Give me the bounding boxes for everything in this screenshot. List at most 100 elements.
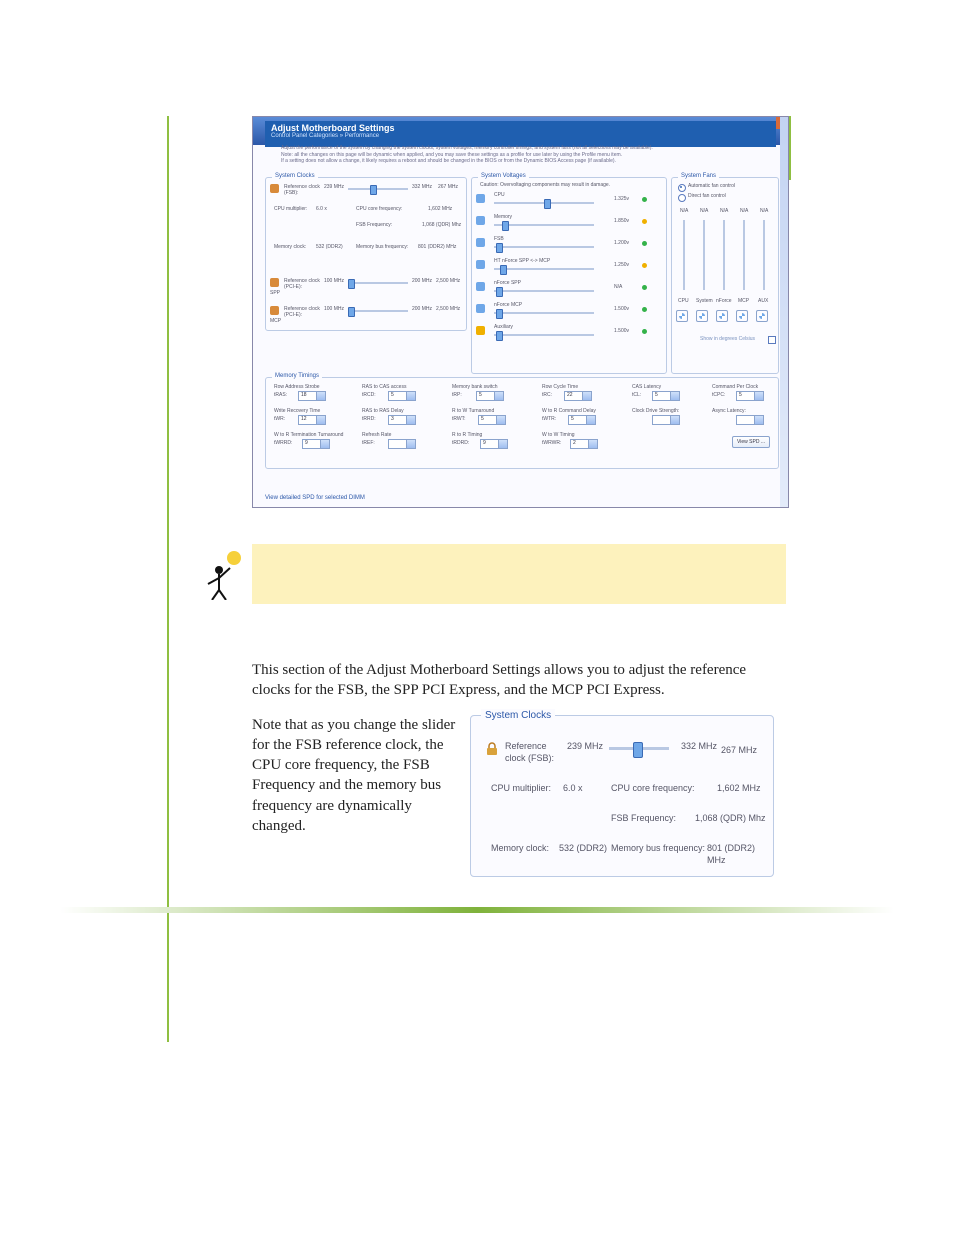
mcp-result: 2,500 MHz (436, 306, 460, 312)
mem-select[interactable]: 2 (570, 439, 598, 449)
fan-icon[interactable] (756, 310, 768, 322)
volt-slider[interactable] (494, 332, 594, 338)
panel-title: System Voltages (478, 173, 529, 179)
mem-lbl: Clock Drive Strength: (632, 408, 679, 414)
status-dot (642, 307, 647, 312)
mem-select[interactable]: 9 (480, 439, 508, 449)
mem-select[interactable]: 5 (652, 391, 680, 401)
mcp-ref-value: 100 MHz (324, 306, 344, 312)
voltage-icon[interactable] (476, 282, 485, 291)
fsb-slider[interactable] (348, 186, 408, 192)
mem-select[interactable]: 18 (298, 391, 326, 401)
volt-slider[interactable] (494, 288, 594, 294)
mem-key: tRRD: (362, 416, 376, 422)
voltage-icon[interactable] (476, 194, 485, 203)
fan-icon[interactable] (696, 310, 708, 322)
mem-value: 5 (571, 416, 574, 422)
voltage-icon[interactable] (476, 304, 485, 313)
mem-select[interactable]: 12 (298, 415, 326, 425)
mem-key: tRP: (452, 392, 462, 398)
mem-key: tRWT: (452, 416, 466, 422)
mem-select[interactable] (736, 415, 764, 425)
fan-na: N/A (680, 208, 688, 214)
mem-value: 3 (391, 416, 394, 422)
voltage-icon[interactable] (476, 260, 485, 269)
mem-value: 5 (739, 392, 742, 398)
mem-lbl: W to W Timing (542, 432, 575, 438)
adjust-motherboard-window: Adjust Motherboard Settings Control Pane… (252, 116, 789, 508)
mcp-label: MCP (270, 318, 281, 324)
cpu-core-label: CPU core frequency: (611, 782, 695, 794)
fsb-freq-label: FSB Frequency: (611, 812, 676, 824)
mem-key: tWRRD: (274, 440, 292, 446)
fan-icon[interactable] (716, 310, 728, 322)
auto-fan-radio[interactable] (678, 184, 686, 192)
desc-line: Adjust the performance of the system by … (281, 145, 653, 151)
lock-icon[interactable] (485, 742, 499, 756)
voltage-icon[interactable] (476, 216, 485, 225)
panel-title: Memory Timings (272, 373, 322, 379)
mem-select[interactable]: 3 (388, 415, 416, 425)
volt-name: nForce MCP (494, 302, 522, 308)
mem-select[interactable]: 9 (302, 439, 330, 449)
view-spd-button[interactable]: View SPD ... (732, 436, 770, 448)
fan-slider[interactable] (721, 220, 727, 290)
direct-fan-radio[interactable] (678, 194, 686, 202)
fan-slider[interactable] (681, 220, 687, 290)
vertical-scrollbar[interactable] (780, 117, 788, 507)
ref-fsb-rate: 267 MHz (721, 744, 757, 756)
view-detailed-spd-link[interactable]: View detailed SPD for selected DIMM (265, 495, 365, 501)
status-dot (642, 329, 647, 334)
lock-icon[interactable] (270, 306, 279, 315)
spp-label: SPP (270, 290, 280, 296)
mem-value: 5 (391, 392, 394, 398)
spp-slider[interactable] (348, 280, 408, 286)
mem-select[interactable] (388, 439, 416, 449)
mem-value: 22 (567, 392, 573, 398)
volt-slider[interactable] (494, 244, 594, 250)
lock-icon[interactable] (270, 184, 279, 193)
fan-slider[interactable] (761, 220, 767, 290)
mcp-slider[interactable] (348, 308, 408, 314)
spp-max: 200 MHz (412, 278, 432, 284)
mem-select[interactable]: 5 (388, 391, 416, 401)
mem-select[interactable]: 5 (736, 391, 764, 401)
fan-label: System (696, 298, 713, 304)
fsb-slider[interactable] (609, 742, 669, 756)
system-fans-panel: System Fans Automatic fan control Direct… (671, 177, 779, 374)
volt-slider[interactable] (494, 310, 594, 316)
mem-select[interactable]: 5 (476, 391, 504, 401)
volt-value: 1.500v (614, 328, 629, 334)
cpu-mult-label: CPU multiplier: (491, 782, 551, 794)
voltage-icon[interactable] (476, 326, 485, 335)
volt-slider[interactable] (494, 266, 594, 272)
fan-na: N/A (760, 208, 768, 214)
mem-select[interactable]: 22 (564, 391, 592, 401)
cpu-mult-label: CPU multiplier: (274, 206, 307, 212)
volt-value: 1.500v (614, 306, 629, 312)
status-dot (642, 197, 647, 202)
mem-clk-label: Memory clock: (491, 842, 549, 854)
mcp-ref-label: Reference clock (PCI-E): (284, 306, 324, 318)
breadcrumb[interactable]: Control Panel Categories » Performance (271, 133, 770, 139)
voltage-icon[interactable] (476, 238, 485, 247)
show-degrees-label: Show in degrees Celsius (700, 336, 755, 342)
mem-select[interactable]: 5 (568, 415, 596, 425)
fan-icon[interactable] (736, 310, 748, 322)
volt-slider[interactable] (494, 200, 594, 206)
fan-slider[interactable] (741, 220, 747, 290)
fan-icon[interactable] (676, 310, 688, 322)
mem-select[interactable]: 5 (478, 415, 506, 425)
lock-icon[interactable] (270, 278, 279, 287)
mem-value: 5 (655, 392, 658, 398)
volt-slider[interactable] (494, 222, 594, 228)
volt-value: 1.200v (614, 240, 629, 246)
mem-value: 2 (573, 440, 576, 446)
show-degrees-checkbox[interactable] (768, 336, 776, 344)
volt-value: N/A (614, 284, 622, 290)
decorative-rule-left (167, 116, 169, 1042)
status-dot (642, 219, 647, 224)
fan-slider[interactable] (701, 220, 707, 290)
fan-label: CPU (678, 298, 689, 304)
mem-select[interactable] (652, 415, 680, 425)
